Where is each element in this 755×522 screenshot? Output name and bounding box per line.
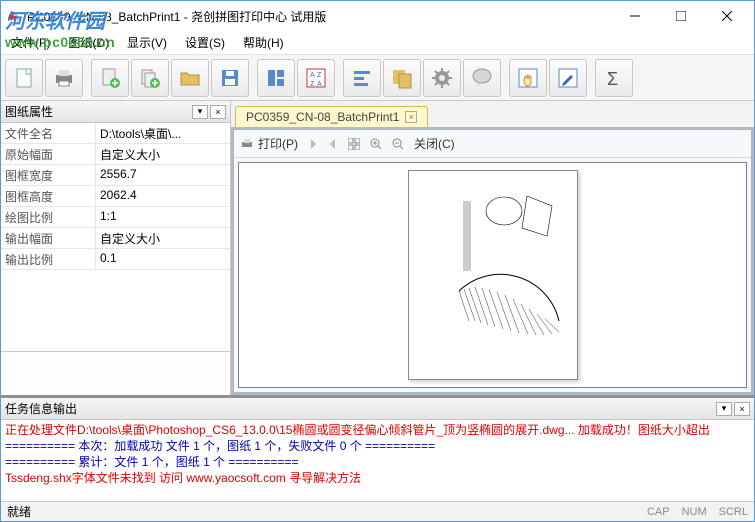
tool-chat[interactable] (463, 59, 501, 97)
table-row[interactable]: 输出比例0.1 (1, 249, 230, 270)
center-area: PC0359_CN-08_BatchPrint1 × 打印(P) 关闭(C) (231, 101, 754, 395)
nav-prev-icon[interactable] (308, 139, 318, 149)
grid-icon[interactable] (348, 138, 360, 150)
table-row[interactable]: 图框高度2062.4 (1, 186, 230, 207)
task-dropdown-button[interactable]: ▾ (716, 402, 732, 416)
table-row[interactable]: 绘图比例1:1 (1, 207, 230, 228)
tool-new[interactable] (5, 59, 43, 97)
svg-text:Z: Z (317, 72, 322, 79)
window-buttons (612, 2, 750, 30)
window-title: PC0359_CN-08_BatchPrint1 - 尧创拼图打印中心 试用版 (27, 8, 612, 25)
maximize-button[interactable] (658, 2, 704, 30)
nav-next-icon[interactable] (328, 139, 338, 149)
tool-gear[interactable] (423, 59, 461, 97)
svg-text:Σ: Σ (607, 69, 618, 89)
viewer-close-button[interactable]: 关闭(C) (414, 135, 455, 152)
tool-sort[interactable]: AZZA (297, 59, 335, 97)
properties-panel: 图纸属性 ▾ × 文件全名D:\tools\桌面\... 原始幅面自定义大小 图… (1, 101, 231, 395)
tool-print[interactable] (45, 59, 83, 97)
tool-open[interactable] (171, 59, 209, 97)
properties-panel-header: 图纸属性 ▾ × (1, 101, 230, 123)
titlebar: PC0359_CN-08_BatchPrint1 - 尧创拼图打印中心 试用版 (1, 1, 754, 31)
tool-add-folder[interactable] (131, 59, 169, 97)
properties-table: 文件全名D:\tools\桌面\... 原始幅面自定义大小 图框宽度2556.7… (1, 123, 230, 351)
minimize-button[interactable] (612, 2, 658, 30)
task-line: ========== 累计：文件 1 个，图纸 1 个 ========== (5, 454, 750, 470)
tool-save[interactable] (211, 59, 249, 97)
menubar: 文件(F) 图纸(D) 显示(V) 设置(S) 帮助(H) (1, 31, 754, 55)
viewer-print-button[interactable]: 打印(P) (240, 135, 298, 152)
document-tab[interactable]: PC0359_CN-08_BatchPrint1 × (235, 106, 428, 127)
tool-align[interactable] (343, 59, 381, 97)
toolbar: AZZA Σ (1, 55, 754, 101)
properties-panel-title: 图纸属性 (5, 103, 190, 120)
table-row[interactable]: 原始幅面自定义大小 (1, 144, 230, 165)
task-panel-header: 任务信息输出 ▾ × (1, 398, 754, 420)
preview-page (408, 170, 578, 380)
preview-viewer: 打印(P) 关闭(C) (233, 129, 752, 393)
table-row[interactable]: 文件全名D:\tools\桌面\... (1, 123, 230, 144)
menu-drawing[interactable]: 图纸(D) (64, 32, 113, 53)
tab-strip: PC0359_CN-08_BatchPrint1 × (231, 101, 754, 127)
preview-area[interactable] (238, 162, 747, 388)
zoom-out-icon[interactable] (392, 138, 404, 150)
tab-label: PC0359_CN-08_BatchPrint1 (246, 110, 399, 124)
tab-close-icon[interactable]: × (405, 111, 417, 123)
print-icon (240, 137, 254, 151)
tool-layout[interactable] (257, 59, 295, 97)
task-output-body[interactable]: 正在处理文件D:\tools\桌面\Photoshop_CS6_13.0.0\1… (1, 420, 754, 501)
svg-text:A: A (310, 72, 315, 79)
menu-file[interactable]: 文件(F) (7, 32, 54, 53)
status-num: NUM (682, 506, 707, 518)
tool-edit[interactable] (549, 59, 587, 97)
panel-dropdown-button[interactable]: ▾ (192, 105, 208, 119)
tool-sigma[interactable]: Σ (595, 59, 633, 97)
status-ready: 就绪 (7, 503, 635, 520)
tool-add[interactable] (91, 59, 129, 97)
close-button[interactable] (704, 2, 750, 30)
viewer-toolbar: 打印(P) 关闭(C) (234, 130, 751, 158)
task-line: ========== 本次：加载成功 文件 1 个，图纸 1 个，失败文件 0 … (5, 438, 750, 454)
svg-text:A: A (317, 81, 322, 88)
tool-stamp[interactable] (383, 59, 421, 97)
table-row[interactable]: 输出幅面自定义大小 (1, 228, 230, 249)
task-panel-title: 任务信息输出 (5, 400, 714, 417)
menu-display[interactable]: 显示(V) (123, 32, 171, 53)
svg-text:Z: Z (310, 81, 315, 88)
menu-setting[interactable]: 设置(S) (181, 32, 229, 53)
tool-hand[interactable] (509, 59, 547, 97)
panel-close-button[interactable]: × (210, 105, 226, 119)
task-line: 正在处理文件D:\tools\桌面\Photoshop_CS6_13.0.0\1… (5, 422, 750, 438)
app-icon (5, 8, 21, 24)
task-close-button[interactable]: × (734, 402, 750, 416)
task-line: Tssdeng.shx字体文件未找到 访问 www.yaocsoft.com 寻… (5, 470, 750, 486)
panel-footer (1, 351, 230, 395)
main-area: 图纸属性 ▾ × 文件全名D:\tools\桌面\... 原始幅面自定义大小 图… (1, 101, 754, 395)
menu-help[interactable]: 帮助(H) (239, 32, 288, 53)
table-row[interactable]: 图框宽度2556.7 (1, 165, 230, 186)
task-output-panel: 任务信息输出 ▾ × 正在处理文件D:\tools\桌面\Photoshop_C… (1, 395, 754, 501)
statusbar: 就绪 CAP NUM SCRL (1, 501, 754, 521)
status-scrl: SCRL (719, 506, 748, 518)
zoom-in-icon[interactable] (370, 138, 382, 150)
status-cap: CAP (647, 506, 670, 518)
